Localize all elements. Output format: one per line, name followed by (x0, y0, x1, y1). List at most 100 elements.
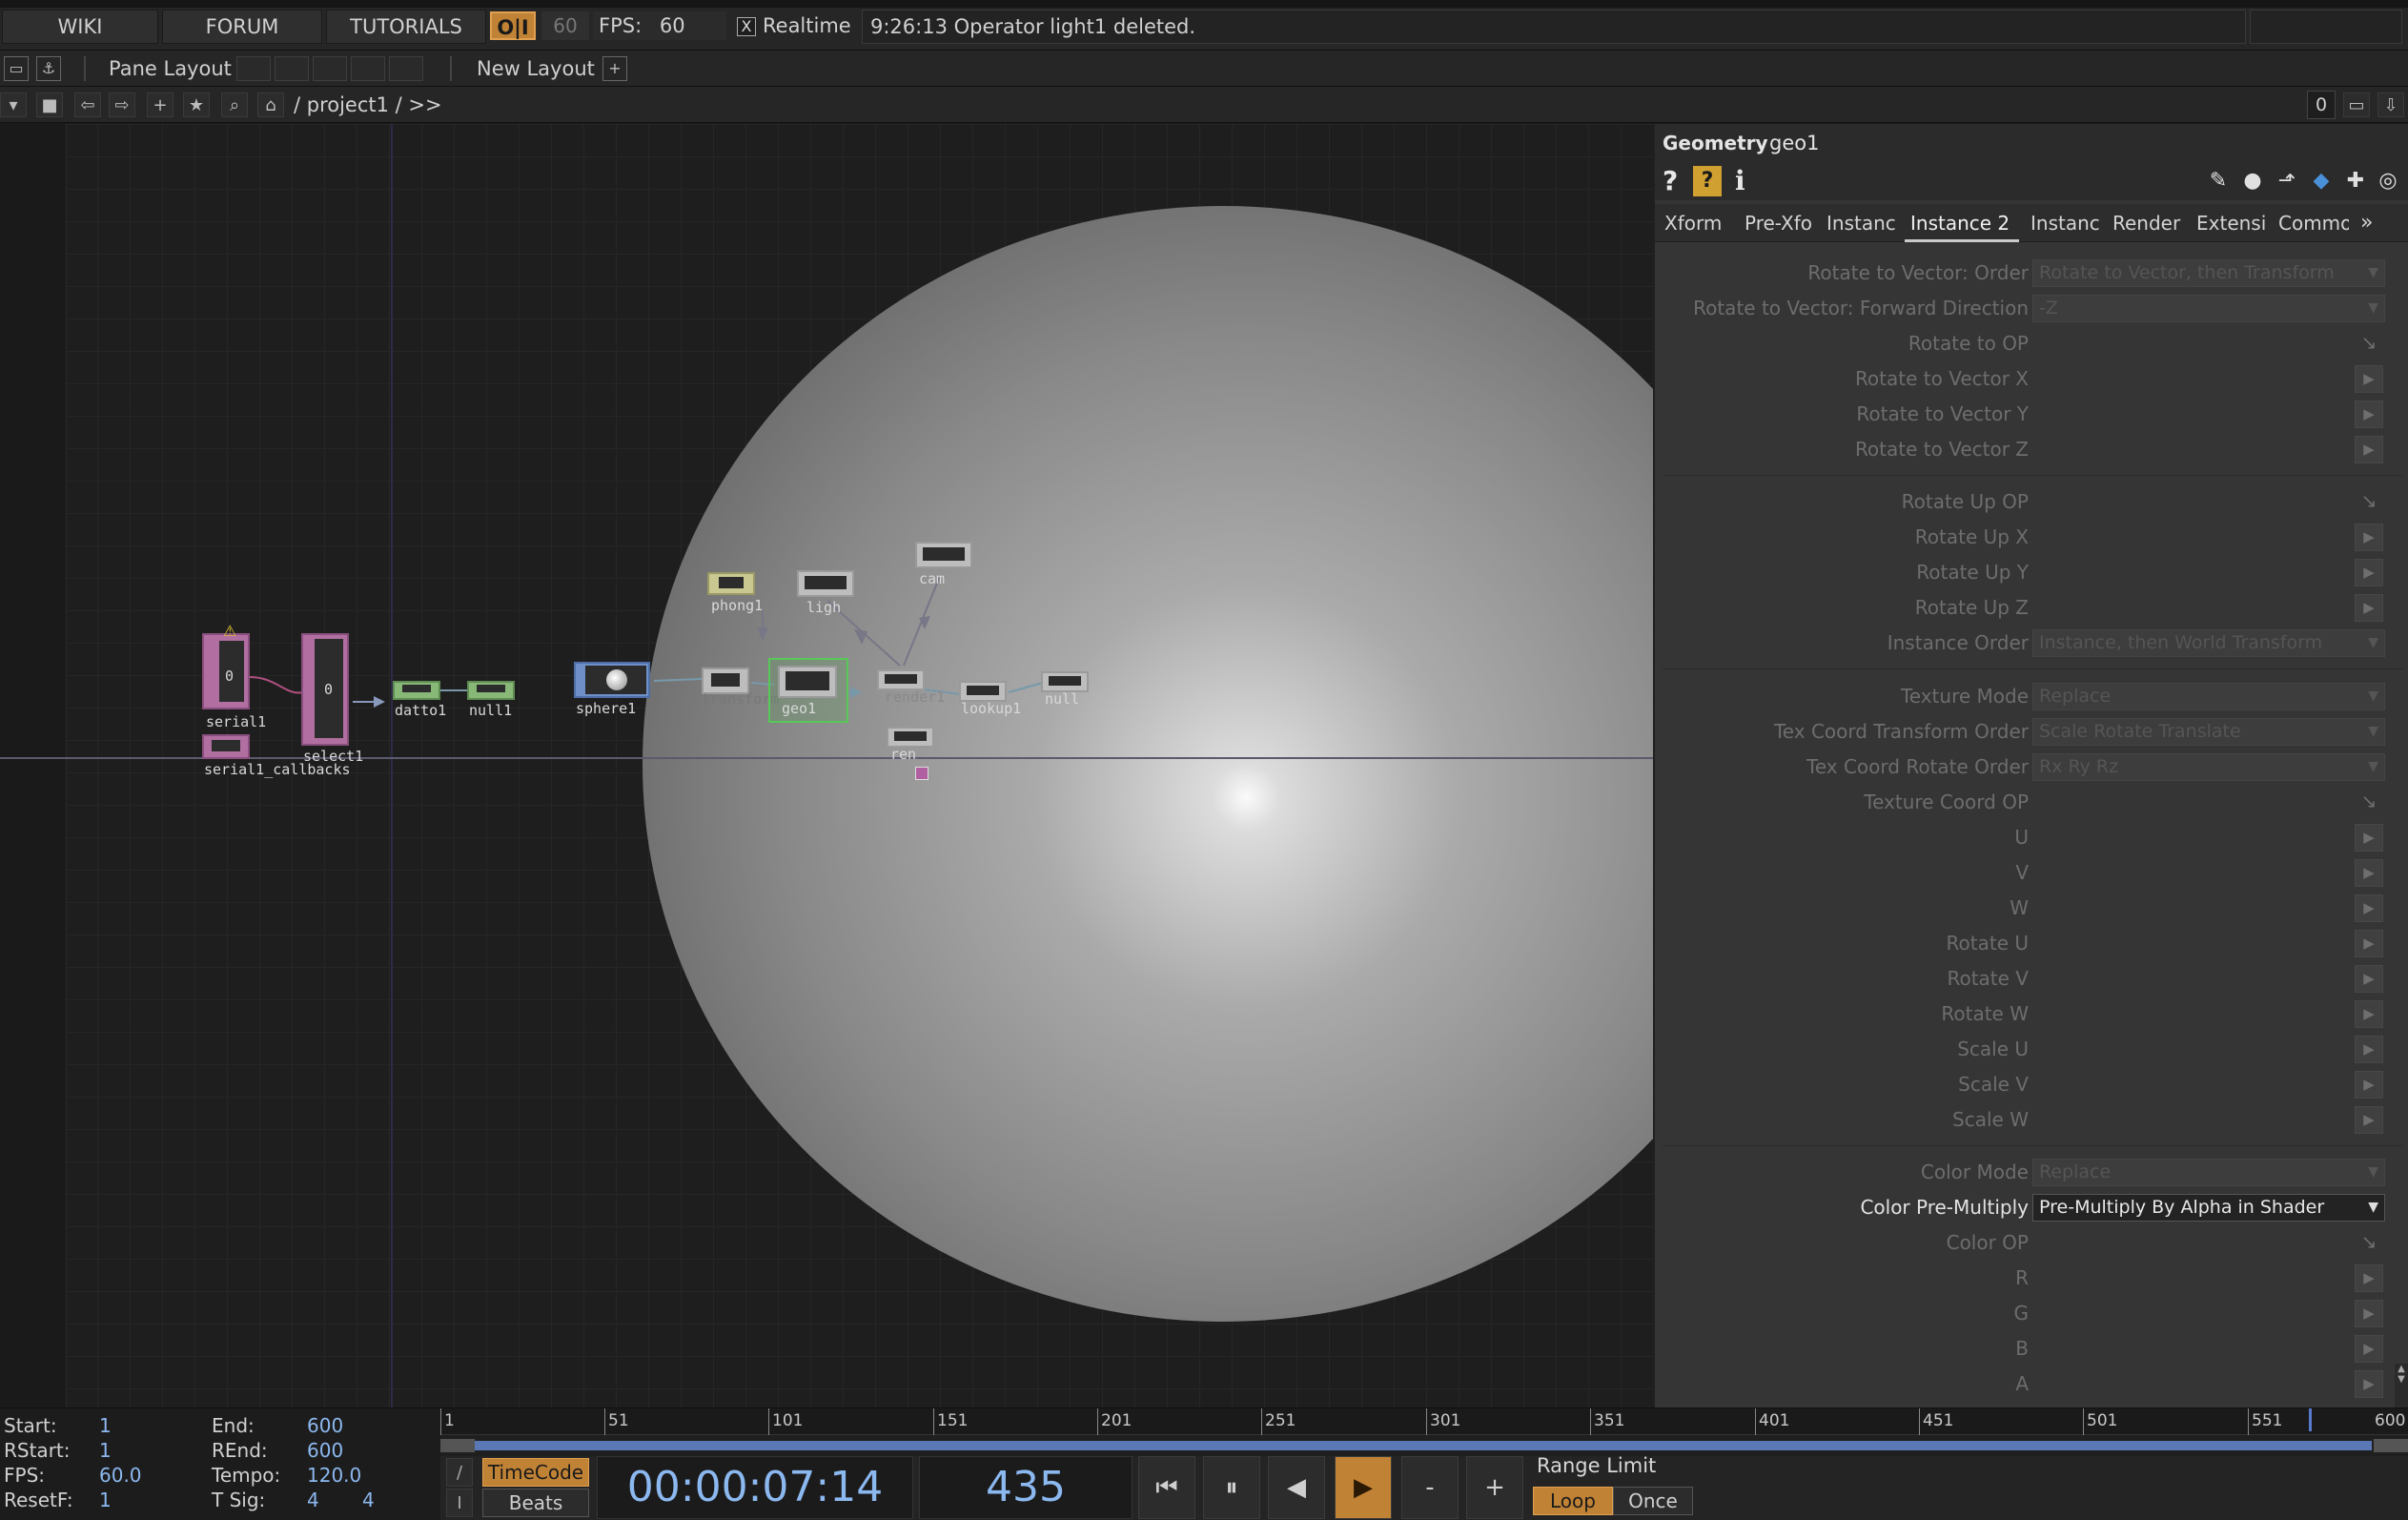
back-arrow-icon[interactable]: ⇦ (74, 92, 101, 117)
expand-arrow-icon[interactable]: ▶ (2355, 894, 2383, 922)
expand-arrow-icon[interactable]: ▶ (2355, 1300, 2383, 1327)
color-mode-menu[interactable]: Replace ▼ (2032, 1159, 2385, 1186)
expand-arrow-icon[interactable]: ▶ (2355, 436, 2383, 463)
new-layout-button[interactable]: New Layout (477, 51, 595, 87)
tabs-overflow-icon[interactable]: » (2360, 204, 2389, 242)
layout-three-button[interactable] (351, 56, 385, 81)
python-help-icon[interactable]: ? (1693, 166, 1722, 196)
op-drop-icon[interactable]: ↘ (2355, 789, 2383, 816)
play-icon[interactable]: ▶ (1335, 1456, 1392, 1519)
expand-arrow-icon[interactable]: ▶ (2355, 559, 2383, 586)
expand-arrow-icon[interactable]: ▶ (2355, 365, 2383, 393)
tab-pre-xform[interactable]: Pre-Xfo (1745, 204, 1817, 242)
step-minus-button[interactable]: - (1401, 1456, 1459, 1519)
tab-common[interactable]: Commo (2278, 204, 2349, 242)
python-icon[interactable]: ◆ (2307, 168, 2336, 195)
range-slider[interactable] (440, 1435, 2408, 1456)
playhead[interactable] (2309, 1408, 2312, 1431)
panel-scrollbar[interactable]: ▲ ▼ (2395, 1364, 2408, 1407)
expand-arrow-icon[interactable]: ▶ (2355, 1335, 2383, 1363)
op-drop-icon[interactable]: ↘ (2355, 488, 2383, 516)
operator-name[interactable]: geo1 (1769, 132, 1819, 154)
expand-arrow-icon[interactable]: ▶ (2355, 824, 2383, 852)
range-start-handle[interactable] (440, 1439, 475, 1452)
start-value[interactable]: 1 (99, 1414, 112, 1437)
layout-four-button[interactable] (389, 56, 423, 81)
image-icon[interactable]: ▭ (4, 56, 29, 81)
timecode-mode-button[interactable]: TimeCode (482, 1458, 589, 1487)
comment-icon[interactable]: ● (2238, 168, 2267, 195)
expand-arrow-icon[interactable]: ▶ (2355, 1370, 2383, 1398)
rstart-value[interactable]: 1 (99, 1439, 112, 1462)
tex-coord-rotate-order-menu[interactable]: Rx Ry Rz ▼ (2032, 753, 2385, 781)
tab-instance[interactable]: Instanc (1826, 204, 1897, 242)
resetf-value[interactable]: 1 (99, 1489, 112, 1511)
step-plus-button[interactable]: + (1466, 1456, 1523, 1519)
chevron-down-icon[interactable]: ▾ (0, 92, 27, 117)
stop-icon[interactable]: ■ (36, 92, 63, 117)
tab-render[interactable]: Render (2112, 204, 2181, 242)
tsig-denominator[interactable]: 4 (362, 1489, 375, 1511)
search-icon[interactable]: ⌕ (221, 92, 248, 117)
info-icon[interactable]: i (1735, 166, 1745, 196)
expand-arrow-icon[interactable]: ▶ (2355, 401, 2383, 428)
fps-value[interactable]: 60.0 (99, 1464, 142, 1487)
download-icon[interactable]: ⇩ (2377, 92, 2404, 117)
step-back-icon[interactable]: ◀ (1268, 1456, 1325, 1519)
timecode-display[interactable]: 00:00:07:14 (597, 1456, 913, 1519)
add-parameter-icon[interactable]: ✚ (2341, 168, 2370, 195)
op-drop-icon[interactable]: ↘ (2355, 1229, 2383, 1257)
op-info-toggle[interactable]: O|I (490, 11, 536, 40)
once-button[interactable]: Once (1613, 1487, 1693, 1515)
maximize-icon[interactable]: ▭ (2343, 92, 2370, 117)
home-icon[interactable]: ⌂ (257, 92, 284, 117)
expand-arrow-icon[interactable]: ▶ (2355, 594, 2383, 622)
tempo-value[interactable]: 120.0 (307, 1464, 361, 1487)
beats-mode-button[interactable]: Beats (482, 1489, 589, 1517)
texture-mode-menu[interactable]: Replace ▼ (2032, 683, 2385, 710)
expand-arrow-icon[interactable]: ▶ (2355, 859, 2383, 887)
node-output-flag[interactable] (915, 767, 929, 780)
color-pre-multiply-menu[interactable]: Pre-Multiply By Alpha in Shader ▼ (2032, 1194, 2385, 1222)
forward-arrow-icon[interactable]: ⇨ (109, 92, 135, 117)
pause-icon[interactable]: ⏸ (1203, 1456, 1260, 1519)
network-editor[interactable]: 0 serial1 ⚠ serial1_callbacks 0 select1 … (0, 124, 1653, 1407)
tutorials-button[interactable]: TUTORIALS (326, 10, 486, 44)
end-value[interactable]: 600 (307, 1414, 343, 1437)
timecode-slash-toggle[interactable]: / (446, 1458, 473, 1487)
target-icon[interactable]: ◎ (2374, 168, 2402, 195)
anchor-icon[interactable]: ⚓ (36, 56, 61, 81)
op-drop-icon[interactable]: ↘ (2355, 330, 2383, 358)
expand-arrow-icon[interactable]: ▶ (2355, 1036, 2383, 1063)
rend-value[interactable]: 600 (307, 1439, 343, 1462)
layout-split-v-button[interactable] (275, 56, 309, 81)
frame-display[interactable]: 435 (919, 1456, 1133, 1519)
expand-arrow-icon[interactable]: ▶ (2355, 1106, 2383, 1134)
layout-split-h-button[interactable] (313, 56, 347, 81)
expand-arrow-icon[interactable]: ▶ (2355, 1264, 2383, 1292)
rotate-order-menu[interactable]: Rotate to Vector, then Transform ▼ (2032, 259, 2385, 287)
range-track[interactable] (475, 1441, 2372, 1450)
forum-button[interactable]: FORUM (162, 10, 322, 44)
pencil-icon[interactable]: ✎ (2204, 168, 2233, 195)
range-end-handle[interactable] (2374, 1439, 2408, 1452)
expand-arrow-icon[interactable]: ▶ (2355, 1000, 2383, 1028)
forward-direction-menu[interactable]: -Z ▼ (2032, 295, 2385, 322)
tsig-numerator[interactable]: 4 (307, 1489, 319, 1511)
add-layout-button[interactable]: + (602, 56, 627, 81)
realtime-checkbox[interactable]: X (737, 17, 756, 36)
timecode-bar-toggle[interactable]: I (446, 1489, 473, 1517)
star-icon[interactable]: ★ (183, 92, 210, 117)
export-icon[interactable]: ⬏ (2273, 168, 2301, 195)
expand-arrow-icon[interactable]: ▶ (2355, 930, 2383, 957)
help-icon[interactable]: ? (1663, 166, 1678, 196)
skip-to-start-icon[interactable]: ⏮ (1138, 1456, 1195, 1519)
layout-single-button[interactable] (236, 56, 271, 81)
wiki-button[interactable]: WIKI (2, 10, 158, 44)
tab-extensions[interactable]: Extensi (2196, 204, 2267, 242)
tab-instance-2[interactable]: Instance 2 (1905, 204, 2019, 242)
expand-arrow-icon[interactable]: ▶ (2355, 524, 2383, 551)
tab-instance-3[interactable]: Instanc (2030, 204, 2103, 242)
network-path-breadcrumb[interactable]: / project1 / >> (294, 87, 442, 123)
timeline-ruler[interactable]: 1 51 101 151 201 251 301 351 401 451 501… (440, 1408, 2408, 1435)
